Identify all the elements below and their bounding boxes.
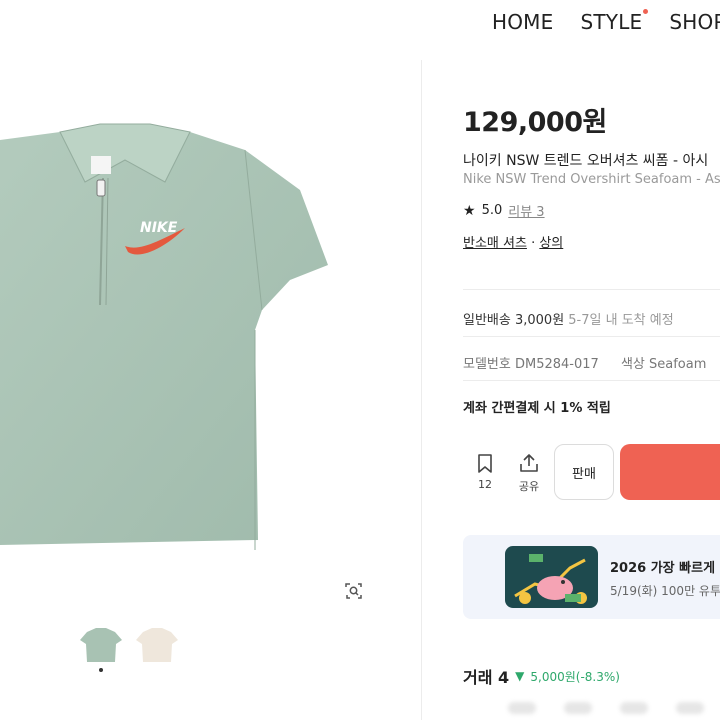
breadcrumb: 반소매 셔츠 · 상의	[463, 232, 563, 251]
shipping-main: 일반배송 3,000원	[463, 313, 565, 328]
product-price: 129,000원	[463, 107, 607, 138]
trade-history-preview	[508, 702, 704, 714]
share-icon	[520, 454, 538, 472]
divider	[463, 380, 720, 381]
color-label: 색상	[620, 357, 645, 372]
model-info: 모델번호 DM5284-017 색상 Seafoam	[463, 353, 706, 372]
blurred-cell	[676, 702, 704, 714]
color-value: Seafoam	[649, 357, 707, 372]
rating-row: ★ 5.0 리뷰 3	[463, 201, 545, 221]
model-value: DM5284-017	[514, 357, 599, 372]
divider	[463, 336, 720, 337]
nav-home[interactable]: HOME	[492, 10, 553, 34]
lens-search-icon[interactable]	[343, 580, 365, 602]
product-title-en: Nike NSW Trend Overshirt Seafoam - Asia	[463, 172, 720, 187]
category-link-short-sleeve[interactable]: 반소매 셔츠	[463, 236, 527, 251]
divider	[463, 289, 720, 290]
top-nav: HOME STYLE SHOP	[492, 9, 720, 34]
banner-title: 2026 가장 빠르게	[610, 561, 716, 576]
sell-label: 판매	[572, 466, 596, 482]
piggy-bank-image	[505, 546, 598, 608]
svg-text:NIKE: NIKE	[140, 220, 178, 236]
thumbnail-cream[interactable]	[135, 622, 179, 666]
shipping-eta: 5-7일 내 도착 예정	[564, 313, 674, 328]
product-image[interactable]: NIKE	[0, 120, 330, 560]
model-label: 모델번호	[463, 357, 511, 372]
price-change: 5,000원(-8.3%)	[530, 669, 620, 684]
trade-summary: 거래 4 ▼ 5,000원(-8.3%)	[463, 664, 620, 688]
nav-shop[interactable]: SHOP	[669, 10, 720, 34]
category-separator: ·	[526, 236, 540, 251]
promo-banner[interactable]: 2026 가장 빠르게 5/19(화) 100만 유투	[463, 535, 720, 619]
sell-button[interactable]: 판매	[554, 444, 614, 500]
star-icon: ★	[463, 202, 476, 219]
nav-style[interactable]: STYLE	[580, 9, 649, 34]
bookmark-icon	[478, 454, 492, 473]
trade-count-label: 거래 4	[463, 668, 510, 687]
down-triangle-icon: ▼	[515, 669, 525, 683]
point-info: 계좌 간편결제 시 1% 적립	[463, 401, 611, 416]
rating-value: 5.0	[481, 203, 503, 218]
share-label: 공유	[518, 480, 540, 493]
thumbnail-strip	[79, 622, 179, 666]
nav-style-label: STYLE	[580, 10, 643, 34]
column-divider	[421, 60, 422, 720]
category-link-tops[interactable]: 상의	[539, 236, 563, 251]
thumbnail-seafoam[interactable]	[79, 622, 123, 666]
shipping-info: 일반배송 3,000원 5-7일 내 도착 예정	[463, 309, 674, 328]
buy-button[interactable]	[620, 444, 720, 500]
blurred-cell	[508, 702, 536, 714]
new-dot-badge	[643, 9, 649, 14]
banner-subtitle: 5/19(화) 100만 유투	[610, 584, 720, 598]
share-button[interactable]: 공유	[517, 452, 541, 494]
blurred-cell	[564, 702, 592, 714]
blurred-cell	[620, 702, 648, 714]
thumbnail-indicator	[99, 668, 103, 672]
review-link[interactable]: 리뷰 3	[508, 201, 544, 220]
bookmark-button[interactable]: 12	[474, 452, 496, 491]
bookmark-count: 12	[478, 478, 492, 491]
product-title-ko: 나이키 NSW 트렌드 오버셔츠 씨폼 - 아시	[463, 153, 709, 169]
